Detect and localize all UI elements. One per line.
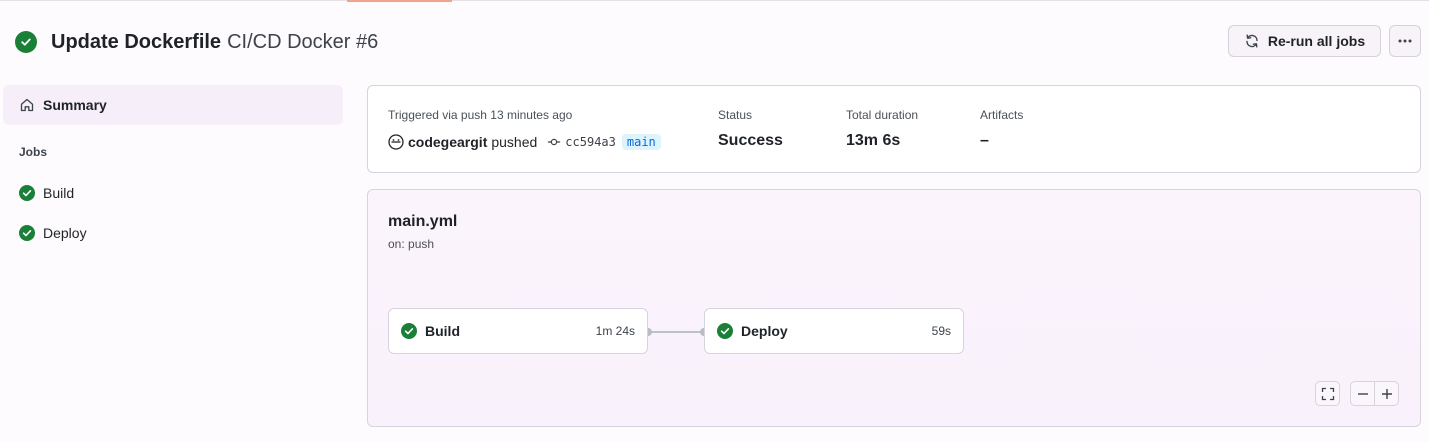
artifacts-value: – [980,132,989,149]
status-value: Success [718,132,783,149]
check-circle-icon [717,323,733,339]
avatar-icon[interactable] [388,134,404,150]
rerun-all-jobs-button[interactable]: Re-run all jobs [1228,25,1381,57]
page-title: Update Dockerfile [51,30,222,53]
commit-sha: cc594a3 [565,135,616,149]
page-header: Update Dockerfile CI/CD Docker #6 [15,28,378,56]
check-circle-icon [19,185,35,201]
workflow-run-name: CI/CD Docker #6 [227,30,379,53]
zoom-out-icon [1357,392,1368,395]
sidebar-item-build[interactable]: Build [19,183,74,203]
sync-icon [1246,34,1258,48]
duration-label: Total duration [846,108,919,122]
job-node-build[interactable]: Build 1m 24s [388,308,648,354]
zoom-out-button[interactable] [1350,381,1375,406]
check-circle-icon [401,323,417,339]
zoom-in-icon [1381,388,1392,399]
job-name: Deploy [741,323,788,339]
rerun-label: Re-run all jobs [1267,33,1366,49]
job-node-deploy[interactable]: Deploy 59s [704,308,964,354]
trigger-details: codegeargit pushed cc594a3 main [388,132,661,152]
branch-badge[interactable]: main [621,134,661,150]
sidebar-item-label: Summary [43,97,107,113]
job-duration: 59s [931,324,951,338]
top-border [0,0,1429,1]
home-icon [20,98,34,112]
sidebar-item-summary[interactable]: Summary [3,85,343,125]
more-actions-button[interactable] [1389,25,1421,57]
job-connector [648,328,704,336]
jobs-heading: Jobs [19,145,48,159]
kebab-horizontal-icon [1398,39,1412,43]
fullscreen-button[interactable] [1315,381,1340,406]
commit-link[interactable]: cc594a3 [547,135,616,149]
sidebar-item-label: Deploy [43,225,87,241]
job-duration: 1m 24s [595,324,635,338]
trigger-text: Triggered via push 13 minutes ago [388,108,573,122]
duration-value: 13m 6s [846,132,901,149]
run-summary-card: Triggered via push 13 minutes ago codege… [367,85,1421,173]
workflow-trigger: on: push [388,237,435,251]
commit-icon [548,138,561,146]
fullscreen-icon [1321,387,1334,400]
status-label: Status [718,108,753,122]
sidebar-item-deploy[interactable]: Deploy [19,223,87,243]
job-name: Build [425,323,460,339]
sidebar-item-label: Build [43,185,75,201]
check-circle-icon [19,225,35,241]
action-text: pushed [491,134,538,150]
progress-accent [347,0,452,2]
artifacts-label: Artifacts [980,108,1024,122]
workflow-file-name[interactable]: main.yml [388,213,457,231]
zoom-in-button[interactable] [1374,381,1399,406]
workflow-graph-card: main.yml on: push Build 1m 24s Deploy 59… [367,189,1421,427]
check-circle-icon [15,31,37,53]
actor-username[interactable]: codegeargit [408,134,487,150]
